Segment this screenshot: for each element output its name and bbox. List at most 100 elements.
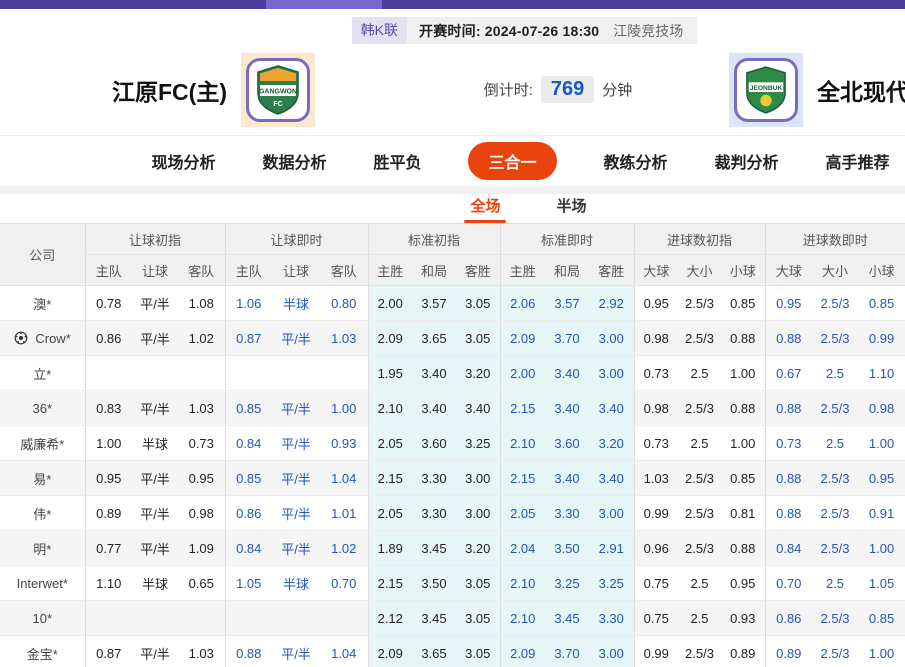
odds-cell: 3.45 [545, 601, 589, 636]
odds-cell: 2.05 [500, 496, 545, 531]
odds-cell: 3.40 [589, 461, 634, 496]
odds-cell: 2.91 [589, 531, 634, 566]
odds-cell: 2.05 [368, 496, 412, 531]
odds-cell: 0.73 [765, 426, 812, 461]
odds-cell: 2.5/3 [678, 531, 721, 566]
odds-cell: 0.99 [634, 636, 678, 667]
odds-cell: 3.25 [456, 426, 500, 461]
odds-cell: 3.00 [456, 496, 500, 531]
company-cell: Crow* [0, 321, 85, 356]
company-cell: 金宝* [0, 636, 85, 667]
countdown-unit: 分钟 [602, 79, 632, 100]
odds-cell [320, 601, 368, 636]
odds-cell: 平/半 [272, 531, 320, 566]
odds-cell: 0.98 [634, 321, 678, 356]
sub-header: 小球 [858, 255, 905, 286]
table-row: 明*0.77平/半1.090.84平/半1.021.893.453.202.04… [0, 531, 905, 566]
sub-header: 大球 [634, 255, 678, 286]
odds-cell: 0.88 [765, 321, 812, 356]
company-column-header: 公司 [0, 224, 85, 286]
table-row: 威廉希*1.00半球0.730.84平/半0.932.053.603.252.1… [0, 426, 905, 461]
nav-tab-4[interactable]: 三合一 [468, 142, 556, 180]
odds-cell: 0.85 [858, 286, 905, 321]
nav-tab-5[interactable]: 教练分析 [604, 149, 668, 173]
odds-cell: 0.95 [178, 461, 225, 496]
match-info-row: 韩K联 开赛时间: 2024-07-26 18:30 江陵竞技场 [0, 17, 905, 44]
odds-cell: 3.20 [456, 356, 500, 391]
odds-cell: 0.83 [85, 391, 132, 426]
odds-cell: 平/半 [272, 426, 320, 461]
nav-tab-7[interactable]: 高手推荐 [826, 149, 890, 173]
odds-cell: 2.5/3 [678, 636, 721, 667]
odds-cell: 2.5/3 [812, 321, 858, 356]
odds-cell: 2.15 [368, 461, 412, 496]
nav-tab-2[interactable]: 数据分析 [262, 149, 326, 173]
period-tab-1[interactable]: 全场 [468, 194, 502, 223]
odds-cell: 0.65 [178, 566, 225, 601]
odds-cell: 3.00 [456, 461, 500, 496]
odds-table: 公司让球初指让球即时标准初指标准即时进球数初指进球数即时主队让球客队主队让球客队… [0, 223, 905, 667]
odds-cell: 1.10 [858, 356, 905, 391]
odds-cell: 2.12 [368, 601, 412, 636]
odds-cell: 0.95 [634, 286, 678, 321]
match-info-bar: 韩K联 开赛时间: 2024-07-26 18:30 江陵竞技场 [352, 17, 698, 44]
odds-cell [320, 356, 368, 391]
odds-cell [132, 356, 178, 391]
odds-cell: 3.00 [589, 636, 634, 667]
odds-cell: 0.77 [85, 531, 132, 566]
odds-cell: 平/半 [132, 461, 178, 496]
svg-text:GANGWON: GANGWON [259, 88, 297, 95]
home-team-logo: GANGWON FC [241, 53, 315, 127]
odds-cell: 2.5/3 [812, 636, 858, 667]
table-row: 易*0.95平/半0.950.85平/半1.042.153.303.002.15… [0, 461, 905, 496]
nav-tab-6[interactable]: 裁判分析 [715, 149, 779, 173]
odds-cell: 3.70 [545, 636, 589, 667]
home-team: 江原FC(主) GANGWON FC [112, 53, 315, 127]
period-tab-2[interactable]: 半场 [555, 194, 589, 223]
odds-cell: 2.5/3 [678, 461, 721, 496]
odds-cell: 2.15 [500, 461, 545, 496]
odds-cell: 0.85 [858, 601, 905, 636]
odds-cell: 1.02 [320, 531, 368, 566]
odds-cell: 3.40 [545, 461, 589, 496]
odds-cell: 半球 [132, 566, 178, 601]
odds-cell [178, 356, 225, 391]
odds-cell: 0.95 [765, 286, 812, 321]
sub-header: 和局 [412, 255, 456, 286]
company-cell: 36* [0, 391, 85, 426]
sub-header: 让球 [272, 255, 320, 286]
odds-cell: 0.86 [225, 496, 272, 531]
odds-cell [132, 601, 178, 636]
table-row: 立*1.953.403.202.003.403.000.732.51.000.6… [0, 356, 905, 391]
odds-cell: 0.99 [858, 321, 905, 356]
odds-cell: 3.40 [545, 356, 589, 391]
active-tab-underline [464, 220, 506, 223]
odds-cell: 半球 [132, 426, 178, 461]
company-cell: 明* [0, 531, 85, 566]
sub-header: 客队 [320, 255, 368, 286]
odds-cell: 0.85 [225, 461, 272, 496]
group-header-2: 让球即时 [225, 224, 368, 255]
odds-cell: 2.5/3 [812, 496, 858, 531]
odds-cell: 平/半 [272, 461, 320, 496]
group-header-3: 标准初指 [368, 224, 500, 255]
odds-cell: 0.93 [721, 601, 765, 636]
odds-cell: 0.89 [85, 496, 132, 531]
odds-cell: 平/半 [272, 496, 320, 531]
odds-cell: 1.95 [368, 356, 412, 391]
away-team-logo: JEONBUK [729, 53, 803, 127]
sub-header: 客胜 [589, 255, 634, 286]
nav-tab-1[interactable]: 现场分析 [151, 149, 215, 173]
odds-cell: 2.5 [812, 356, 858, 391]
odds-cell: 3.25 [589, 566, 634, 601]
company-cell: 10* [0, 601, 85, 636]
nav-tab-3[interactable]: 胜平负 [373, 149, 421, 173]
odds-cell: 0.95 [858, 461, 905, 496]
odds-cell: 3.00 [589, 496, 634, 531]
odds-cell: 2.00 [368, 286, 412, 321]
odds-cell: 1.10 [85, 566, 132, 601]
odds-cell: 2.09 [500, 321, 545, 356]
home-team-name: 江原FC(主) [112, 73, 227, 107]
odds-cell: 0.88 [765, 391, 812, 426]
odds-cell [178, 601, 225, 636]
